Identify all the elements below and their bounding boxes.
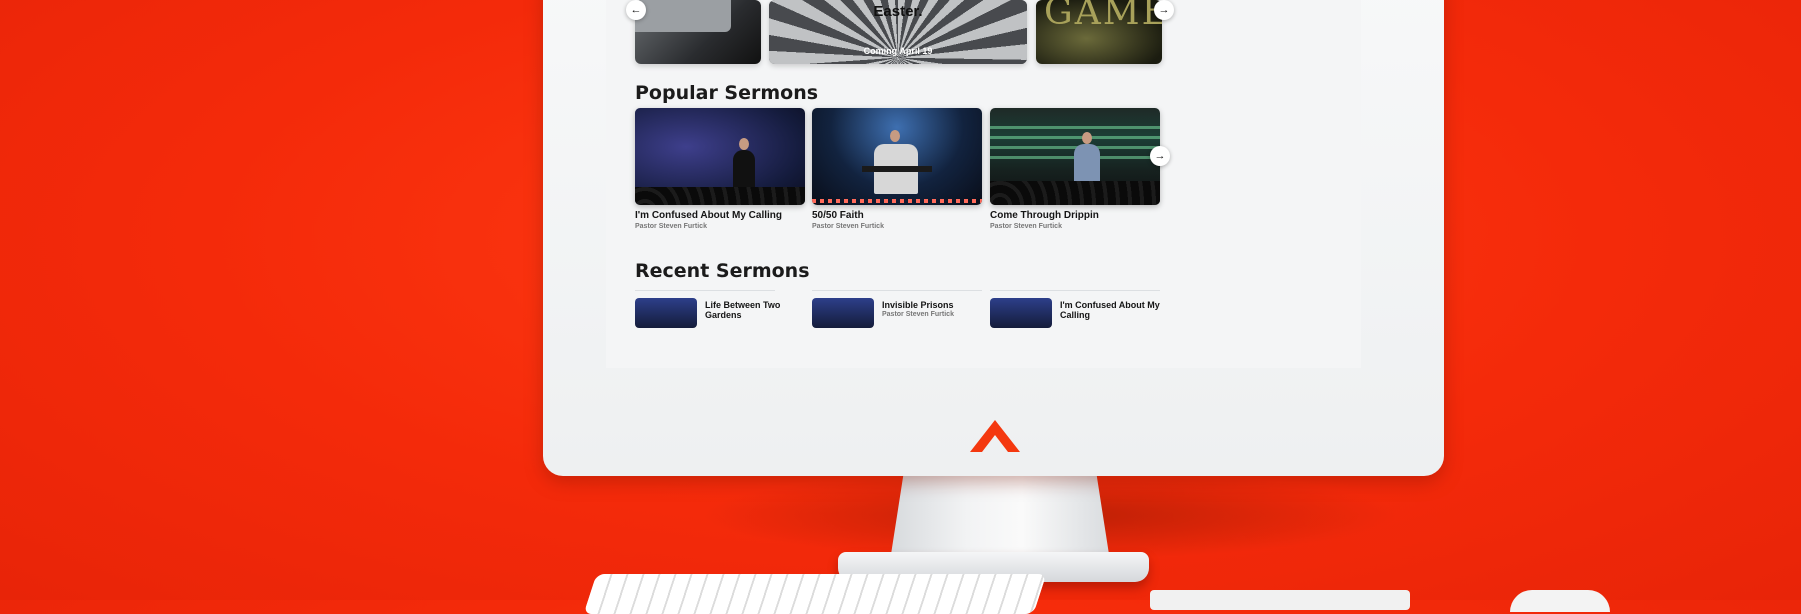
- sermon-card[interactable]: 50/50 Faith Pastor Steven Furtick: [812, 108, 982, 230]
- divider: [990, 290, 1160, 291]
- scene: Easter. Coming April 19 GAME ← → Popular…: [0, 0, 1801, 614]
- sermon-title[interactable]: I'm Confused About My Calling: [635, 210, 805, 221]
- sermon-thumbnail[interactable]: [990, 108, 1160, 205]
- pulpit-graphic: [862, 166, 932, 172]
- carousel-prev-button[interactable]: ←: [626, 0, 646, 20]
- recent-sermon-item[interactable]: I'm Confused About My Calling: [990, 298, 1160, 328]
- arrow-right-icon: →: [1154, 150, 1166, 162]
- sermon-card[interactable]: I'm Confused About My Calling Pastor Ste…: [635, 108, 805, 230]
- featured-card-3[interactable]: GAME: [1036, 0, 1162, 64]
- speaker-head: [739, 138, 749, 150]
- recent-sermon-title[interactable]: Life Between Two Gardens: [705, 300, 815, 320]
- featured-card-easter[interactable]: Easter. Coming April 19: [769, 0, 1027, 64]
- carousel-next-button[interactable]: →: [1154, 0, 1174, 20]
- sermon-thumbnail[interactable]: [812, 108, 982, 205]
- sermon-title[interactable]: 50/50 Faith: [812, 210, 982, 221]
- crowd-graphic: [635, 187, 805, 205]
- divider: [635, 290, 775, 291]
- recent-sermon-thumbnail[interactable]: [635, 298, 697, 328]
- speaker-head: [890, 130, 900, 142]
- sermon-pastor: Pastor Steven Furtick: [635, 223, 707, 230]
- crowd-graphic: [990, 181, 1160, 205]
- sermon-title[interactable]: Come Through Drippin: [990, 210, 1160, 221]
- mouse: [1510, 590, 1610, 612]
- recent-sermon-item[interactable]: Invisible Prisons Pastor Steven Furtick: [812, 298, 982, 328]
- featured-card-title: Easter.: [873, 3, 923, 20]
- keyboard: [583, 574, 1047, 614]
- monitor-screen: Easter. Coming April 19 GAME ← → Popular…: [606, 0, 1361, 368]
- featured-card-1[interactable]: [635, 0, 761, 64]
- popular-sermons-heading: Popular Sermons: [635, 82, 819, 104]
- recent-sermons-heading: Recent Sermons: [635, 260, 810, 282]
- arrow-left-icon: ←: [630, 4, 642, 16]
- trackpad: [1150, 590, 1410, 610]
- recent-sermon-pastor: Pastor Steven Furtick: [882, 311, 954, 318]
- sermon-pastor: Pastor Steven Furtick: [812, 223, 884, 230]
- popular-next-button[interactable]: →: [1150, 146, 1170, 166]
- recent-sermon-item[interactable]: Life Between Two Gardens: [635, 298, 805, 328]
- recent-sermon-title[interactable]: Invisible Prisons: [882, 300, 992, 310]
- recent-sermon-title[interactable]: I'm Confused About My Calling: [1060, 300, 1170, 320]
- arrow-right-icon: →: [1158, 4, 1170, 16]
- featured-card-subtitle: Coming April 19: [863, 46, 933, 56]
- sermon-thumbnail[interactable]: [635, 108, 805, 205]
- stage-lights: [812, 199, 982, 203]
- monitor: Easter. Coming April 19 GAME ← → Popular…: [543, 0, 1444, 476]
- divider: [812, 290, 982, 291]
- recent-sermon-thumbnail[interactable]: [990, 298, 1052, 328]
- sermon-pastor: Pastor Steven Furtick: [990, 223, 1062, 230]
- featured-card-1-overlay: [635, 0, 731, 32]
- sermon-card[interactable]: Come Through Drippin Pastor Steven Furti…: [990, 108, 1160, 230]
- speaker-head: [1082, 132, 1092, 144]
- chevron-up-logo-icon: [970, 420, 1020, 452]
- recent-sermon-thumbnail[interactable]: [812, 298, 874, 328]
- featured-card-3-title: GAME: [1044, 0, 1162, 33]
